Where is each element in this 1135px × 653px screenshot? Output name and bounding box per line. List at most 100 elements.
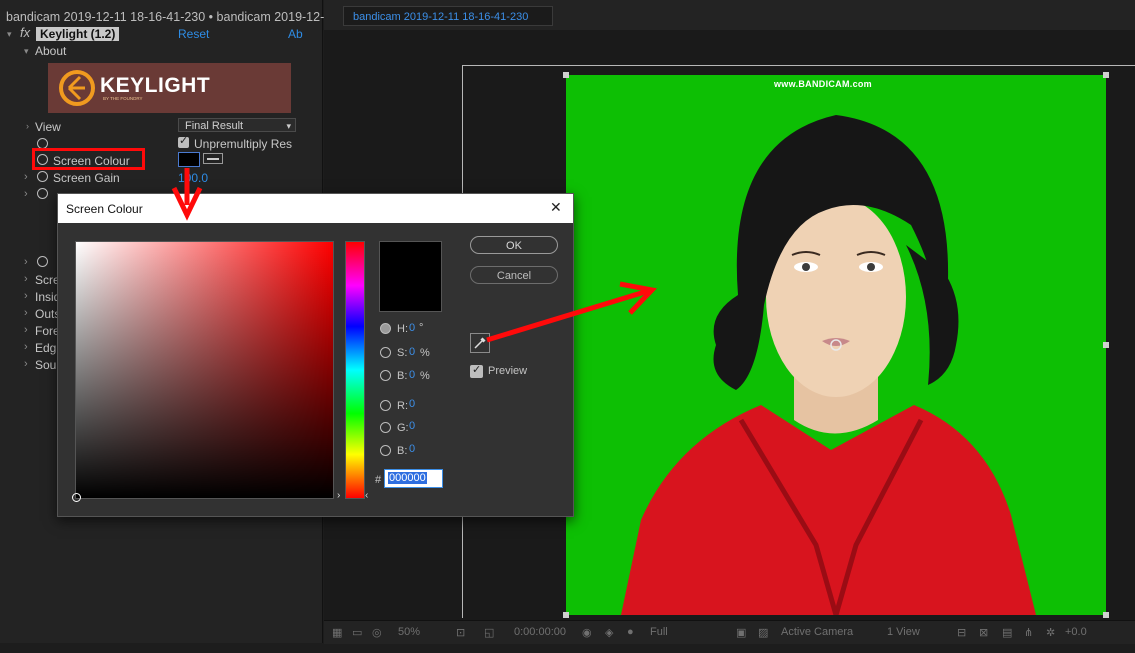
hex-input[interactable]: 000000 — [384, 469, 443, 488]
chevron-right-icon[interactable]: › — [24, 341, 28, 353]
fast-preview-icon[interactable]: ⊠ — [979, 626, 988, 639]
close-icon[interactable]: ✕ — [550, 199, 562, 216]
panel-title: bandicam 2019-12-11 18-16-41-230 • bandi… — [6, 10, 325, 24]
chevron-right-icon[interactable]: › — [26, 121, 29, 131]
view-dropdown[interactable]: Final Result ▾ — [178, 118, 296, 132]
truncated-row-label: Scre — [35, 273, 60, 287]
monitor-icon[interactable]: ▭ — [352, 626, 362, 639]
timecode[interactable]: 0:00:00:00 — [514, 626, 566, 638]
screen-gain-value[interactable]: 100.0 — [178, 171, 208, 185]
unpremultiply-checkbox[interactable]: ✓ — [178, 135, 189, 148]
keylight-logo: KEYLIGHT BY THE FOUNDRY — [48, 63, 291, 113]
roi-icon[interactable]: ▣ — [736, 626, 746, 639]
hue-value[interactable]: 0 — [409, 322, 415, 334]
eyedropper-button[interactable] — [470, 333, 490, 353]
red-value[interactable]: 0 — [409, 398, 415, 410]
banner-sub: BY THE FOUNDRY — [103, 96, 143, 101]
zoom-dropdown[interactable]: 50% — [398, 626, 420, 638]
transform-handle[interactable] — [1103, 72, 1109, 78]
brightness-label: B: — [397, 370, 408, 382]
truncated-row-label: Sou — [35, 358, 57, 372]
blue-radio[interactable] — [380, 445, 391, 456]
brightness-radio[interactable] — [380, 370, 391, 381]
red-radio[interactable] — [380, 400, 391, 411]
effect-name[interactable]: Keylight (1.2) — [36, 27, 120, 41]
hue-slider[interactable] — [345, 241, 365, 499]
toggle-pixel-icon[interactable]: ⊟ — [957, 626, 966, 639]
transform-handle[interactable] — [1103, 612, 1109, 618]
region-icon[interactable]: ◱ — [484, 626, 494, 639]
truncated-row-label: Fore — [35, 324, 60, 338]
hue-radio[interactable] — [380, 323, 391, 334]
view-dropdown-value: Final Result — [185, 120, 244, 132]
hue-unit: ° — [419, 322, 424, 334]
preview-label: Preview — [488, 365, 528, 377]
stopwatch-icon[interactable] — [37, 154, 48, 165]
hue-slider-right-arrow[interactable]: ‹ — [365, 490, 368, 501]
screen-colour-dialog: Screen Colour ✕ › ‹ H: 0 ° S: 0 % B: 0 %… — [57, 193, 574, 517]
transform-handle[interactable] — [1103, 342, 1109, 348]
snapshot-icon[interactable]: ◉ — [582, 626, 592, 639]
truncated-row-label: Edg — [35, 341, 57, 355]
stopwatch-icon[interactable] — [37, 256, 48, 267]
exposure-icon[interactable]: ✲ — [1046, 626, 1055, 639]
screen-gain-label: Screen Gain — [53, 171, 120, 185]
brightness-value[interactable]: 0 — [409, 369, 415, 381]
exposure-value[interactable]: +0.0 — [1065, 626, 1087, 638]
chevron-down-icon[interactable]: ▾ — [24, 46, 29, 57]
timeline-icon[interactable]: ▤ — [1002, 626, 1012, 639]
chevron-right-icon[interactable]: › — [24, 358, 28, 370]
chevron-right-icon[interactable]: › — [24, 171, 28, 183]
camera-dropdown[interactable]: Active Camera — [781, 626, 853, 638]
brightness-unit: % — [420, 370, 430, 382]
green-radio[interactable] — [380, 422, 391, 433]
cancel-button[interactable]: Cancel — [470, 266, 558, 284]
saturation-value[interactable]: 0 — [409, 346, 415, 358]
transform-handle[interactable] — [563, 72, 569, 78]
eyedropper-icon[interactable] — [203, 153, 223, 164]
saturation-radio[interactable] — [380, 347, 391, 358]
channel-icon[interactable]: ● — [627, 626, 634, 638]
saturation-brightness-field[interactable] — [72, 241, 334, 502]
hue-label: H: — [397, 323, 408, 335]
hex-prefix: # — [375, 474, 382, 486]
fit-icon[interactable]: ⊡ — [456, 626, 465, 639]
dialog-titlebar: Screen Colour ✕ — [58, 194, 573, 223]
hue-slider-left-arrow[interactable]: › — [337, 490, 340, 501]
chevron-right-icon[interactable]: › — [24, 324, 28, 336]
chevron-right-icon[interactable]: › — [24, 256, 28, 268]
resolution-dropdown[interactable]: Full — [650, 626, 668, 638]
chevron-right-icon[interactable]: › — [24, 188, 28, 200]
screen-colour-swatch[interactable] — [178, 152, 200, 167]
hex-value: 000000 — [388, 472, 427, 484]
fx-badge[interactable]: fx — [20, 25, 30, 40]
composition-tab[interactable]: bandicam 2019-12-11 18-16-41-230 — [343, 6, 553, 26]
stopwatch-icon[interactable] — [37, 171, 48, 182]
chevron-down-icon[interactable]: ▾ — [7, 29, 12, 40]
grid-icon[interactable]: ▦ — [332, 626, 342, 639]
preview-checkbox[interactable]: ✓ — [470, 364, 483, 378]
stopwatch-icon[interactable] — [37, 188, 48, 199]
green-screen-footage: www.BANDICAM.com — [566, 75, 1106, 615]
eyedropper-icon — [474, 337, 486, 349]
effect-header-row[interactable]: ▾ fx Keylight (1.2) Reset Ab — [6, 25, 322, 42]
transform-handle[interactable] — [563, 612, 569, 618]
chevron-right-icon[interactable]: › — [24, 290, 28, 302]
transparency-grid-icon[interactable]: ▨ — [758, 626, 768, 639]
chevron-down-icon: ▾ — [286, 121, 291, 131]
screen-colour-label: Screen Colour — [53, 154, 130, 168]
chevron-right-icon[interactable]: › — [24, 273, 28, 285]
checkmark-icon: ✓ — [179, 135, 189, 147]
blue-value[interactable]: 0 — [409, 443, 415, 455]
green-value[interactable]: 0 — [409, 420, 415, 432]
mask-icon[interactable]: ◎ — [372, 626, 382, 639]
view-layout-dropdown[interactable]: 1 View — [887, 626, 920, 638]
chevron-right-icon[interactable]: › — [24, 307, 28, 319]
reset-link[interactable]: Reset — [178, 27, 209, 41]
color-cursor[interactable] — [72, 493, 81, 502]
about-link[interactable]: Ab — [288, 27, 303, 41]
flowchart-icon[interactable]: ⋔ — [1024, 626, 1033, 639]
show-snapshot-icon[interactable]: ◈ — [605, 626, 613, 639]
unpremultiply-label: Unpremultiply Res — [194, 137, 293, 151]
ok-button[interactable]: OK — [470, 236, 558, 254]
